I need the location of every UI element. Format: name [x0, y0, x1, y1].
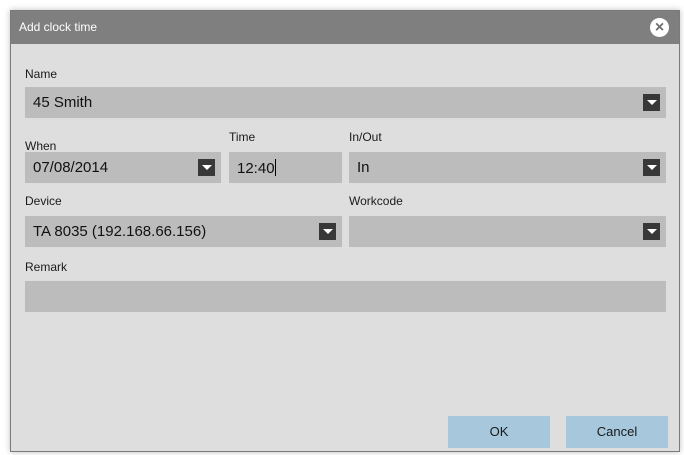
inout-select[interactable]: In [349, 152, 666, 183]
add-clock-time-dialog: Add clock time × Name 45 Smith When 07/0… [10, 10, 680, 452]
when-label: When [25, 139, 57, 153]
workcode-select[interactable] [349, 216, 666, 247]
inout-label: In/Out [349, 130, 382, 144]
workcode-dropdown-chevron-down-icon[interactable] [643, 223, 660, 240]
name-label: Name [25, 67, 58, 81]
device-value: TA 8035 (192.168.66.156) [33, 223, 207, 240]
time-value: 12:40 [237, 160, 275, 177]
dialog-titlebar: Add clock time × [11, 11, 679, 44]
time-label: Time [229, 130, 256, 144]
time-value-wrap: 12:40 [237, 159, 276, 178]
device-label: Device [25, 194, 62, 208]
time-input[interactable]: 12:40 [229, 152, 342, 183]
when-value: 07/08/2014 [33, 159, 109, 176]
text-cursor [274, 159, 276, 176]
dialog-title: Add clock time [19, 20, 98, 34]
when-date-select[interactable]: 07/08/2014 [25, 152, 221, 183]
inout-dropdown-chevron-down-icon[interactable] [643, 159, 660, 176]
inout-value: In [357, 159, 370, 176]
close-icon[interactable]: × [650, 18, 669, 37]
name-select[interactable]: 45 Smith [25, 87, 666, 118]
workcode-label: Workcode [349, 194, 403, 208]
cancel-button[interactable]: Cancel [566, 416, 668, 448]
remark-input[interactable] [25, 281, 666, 312]
name-value: 45 Smith [33, 94, 93, 111]
remark-label: Remark [25, 260, 68, 274]
when-dropdown-chevron-down-icon[interactable] [198, 159, 215, 176]
device-select[interactable]: TA 8035 (192.168.66.156) [25, 216, 342, 247]
ok-button[interactable]: OK [448, 416, 550, 448]
device-dropdown-chevron-down-icon[interactable] [319, 223, 336, 240]
name-dropdown-chevron-down-icon[interactable] [643, 94, 660, 111]
